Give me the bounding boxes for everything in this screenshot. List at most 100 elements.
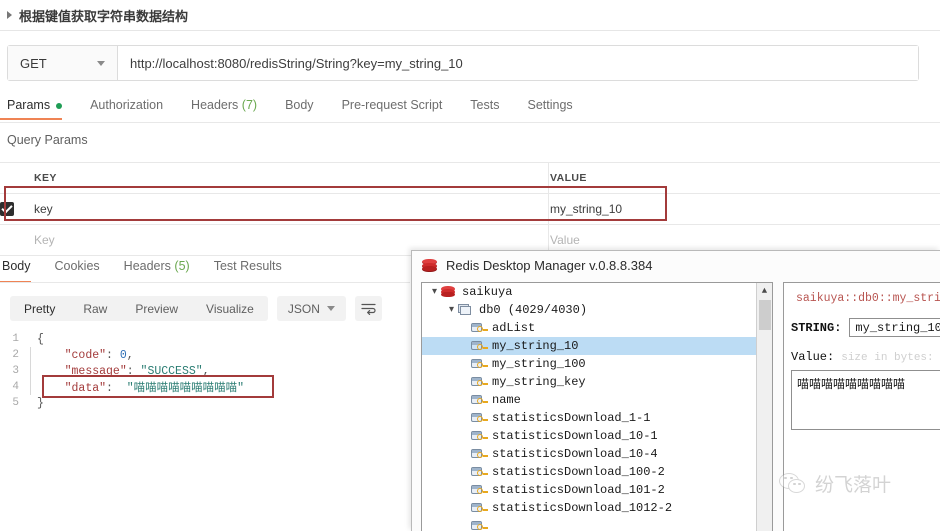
scroll-up-icon[interactable]: ▲ [757, 283, 772, 298]
code-line: 1 { [0, 331, 410, 347]
json-sep: : [126, 364, 141, 378]
line-number: 3 [12, 365, 19, 377]
tab-body[interactable]: Body [271, 94, 328, 120]
tab-pre-request-script-label: Pre-request Script [341, 98, 443, 112]
json-string: "SUCCESS" [140, 364, 203, 378]
key-icon [471, 376, 488, 388]
page-title-text: 根据键值获取字符串数据结构 [19, 8, 189, 24]
http-method-label: GET [20, 55, 47, 71]
response-tab-cookies[interactable]: Cookies [43, 256, 112, 283]
code-text: { [37, 332, 44, 346]
row-checkbox-cell[interactable] [0, 193, 34, 225]
watermark: 纷飞落叶 [779, 470, 891, 497]
table-header-row: KEY VALUE [0, 162, 940, 194]
key-icon [471, 394, 488, 406]
row-value-input[interactable]: my_string_10 [550, 193, 940, 225]
tree-item-statisticsDownload_10-4[interactable]: statisticsDownload_10-4 [422, 445, 756, 463]
scrollbar-thumb[interactable] [759, 300, 771, 330]
tree-item-label: my_string_key [492, 375, 586, 389]
format-tab-visualize[interactable]: Visualize [192, 302, 268, 316]
code-text: "data": "喵喵喵喵喵喵喵喵喵" [31, 379, 244, 395]
tab-authorization[interactable]: Authorization [76, 94, 177, 120]
tab-tests-label: Tests [470, 98, 500, 112]
content-type-select[interactable]: JSON [276, 296, 346, 321]
json-tail: , [126, 348, 134, 362]
screenshot-root: 根据键值获取字符串数据结构 GET http://localhost:8080/… [0, 0, 940, 531]
format-tab-preview[interactable]: Preview [121, 302, 192, 316]
redis-value-row: Value: size in bytes: [784, 337, 940, 364]
collapse-triangle-icon[interactable] [7, 11, 12, 19]
line-number: 5 [12, 397, 19, 409]
tab-params[interactable]: Params [0, 94, 76, 120]
code-line: 2 "code": 0, [0, 347, 410, 363]
tree-item-label: my_string_10 [492, 339, 579, 353]
redis-key-tree[interactable]: ▾ saikuya ▾ db0 (4029/4030) adList my_st… [421, 282, 773, 531]
tab-headers[interactable]: Headers (7) [177, 94, 271, 120]
response-tab-body[interactable]: Body [0, 256, 43, 283]
tab-pre-request-script[interactable]: Pre-request Script [328, 94, 457, 120]
response-tab-headers[interactable]: Headers (5) [112, 256, 202, 283]
response-body-code[interactable]: 1 { 2 "code": 0, 3 "message": "SUCCESS",… [0, 331, 410, 411]
tab-body-label: Body [285, 98, 314, 112]
tree-item-label: adList [492, 321, 536, 335]
tree-item-adList[interactable]: adList [422, 319, 756, 337]
title-divider [0, 30, 940, 31]
tree-item-label: name [492, 393, 521, 407]
tree-item-label: statisticsDownload_1-1 [492, 411, 651, 425]
tree-item-label: my_string_100 [492, 357, 586, 371]
redis-value-size-hint: size in bytes: [841, 352, 934, 364]
redis-key-input[interactable]: my_string_10 [849, 318, 940, 337]
checkbox-checked-icon[interactable] [0, 202, 14, 217]
chevron-down-icon[interactable]: ▾ [428, 286, 441, 298]
tree-item-statisticsDownload_101-2[interactable]: statisticsDownload_101-2 [422, 481, 756, 499]
key-icon [471, 466, 488, 478]
tab-tests[interactable]: Tests [456, 94, 513, 120]
redis-key-path: saikuya::db0::my_stri [796, 292, 940, 305]
tree-item-statisticsDownload_100-2[interactable]: statisticsDownload_100-2 [422, 463, 756, 481]
format-tab-pretty[interactable]: Pretty [10, 302, 69, 316]
tree-item-db0[interactable]: ▾ db0 (4029/4030) [422, 301, 756, 319]
tree-item-label: statisticsDownload_101-2 [492, 483, 665, 497]
tree-item-my_string_10[interactable]: my_string_10 [422, 337, 756, 355]
wrap-lines-button[interactable] [354, 296, 382, 321]
http-method-select[interactable]: GET [8, 46, 118, 80]
tree-item-saikuya[interactable]: ▾ saikuya [422, 283, 756, 301]
key-icon [471, 322, 488, 334]
response-tab-test-results[interactable]: Test Results [202, 256, 294, 283]
code-text: "message": "SUCCESS", [31, 365, 210, 378]
line-number: 1 [12, 333, 19, 345]
tree-item-statisticsDownload_1-1[interactable]: statisticsDownload_1-1 [422, 409, 756, 427]
line-number: 4 [12, 381, 19, 393]
redis-server-icon [441, 286, 458, 298]
redis-value-textarea[interactable]: 喵喵喵喵喵喵喵喵喵 [791, 370, 940, 430]
row-key-input[interactable]: key [34, 193, 550, 225]
request-tabs-divider [0, 122, 940, 123]
tree-item-label: db0 (4029/4030) [479, 303, 588, 317]
row-checkbox-cell[interactable] [0, 224, 34, 256]
request-url-row: GET http://localhost:8080/redisString/St… [7, 45, 919, 81]
tree-item-label: statisticsDownload_100-2 [492, 465, 665, 479]
tree-item-my_string_100[interactable]: my_string_100 [422, 355, 756, 373]
wrap-lines-icon [361, 303, 376, 315]
tree-item-statisticsDownload_1012-2[interactable]: statisticsDownload_1012-2 [422, 499, 756, 517]
tree-item-name[interactable]: name [422, 391, 756, 409]
code-line: 4 "data": "喵喵喵喵喵喵喵喵喵" [0, 379, 410, 395]
tree-item-my_string_key[interactable]: my_string_key [422, 373, 756, 391]
page-title: 根据键值获取字符串数据结构 [0, 0, 940, 30]
tab-settings[interactable]: Settings [513, 94, 586, 120]
tree-item-partial[interactable] [422, 517, 756, 531]
url-input[interactable]: http://localhost:8080/redisString/String… [118, 46, 918, 80]
redis-window-titlebar: Redis Desktop Manager v.0.8.8.384 [412, 251, 940, 280]
response-tab-headers-count: (5) [174, 259, 190, 273]
tree-scrollbar[interactable]: ▲ [756, 283, 772, 531]
table-row[interactable]: key my_string_10 [0, 193, 940, 225]
code-text: } [37, 396, 44, 410]
watermark-text: 纷飞落叶 [815, 474, 892, 496]
tree-item-label: saikuya [462, 285, 513, 299]
header-value: VALUE [550, 162, 940, 194]
chevron-down-icon[interactable]: ▾ [445, 304, 458, 316]
format-tab-raw[interactable]: Raw [69, 302, 121, 316]
line-number: 2 [12, 349, 19, 361]
chevron-down-icon [97, 60, 105, 66]
tree-item-statisticsDownload_10-1[interactable]: statisticsDownload_10-1 [422, 427, 756, 445]
